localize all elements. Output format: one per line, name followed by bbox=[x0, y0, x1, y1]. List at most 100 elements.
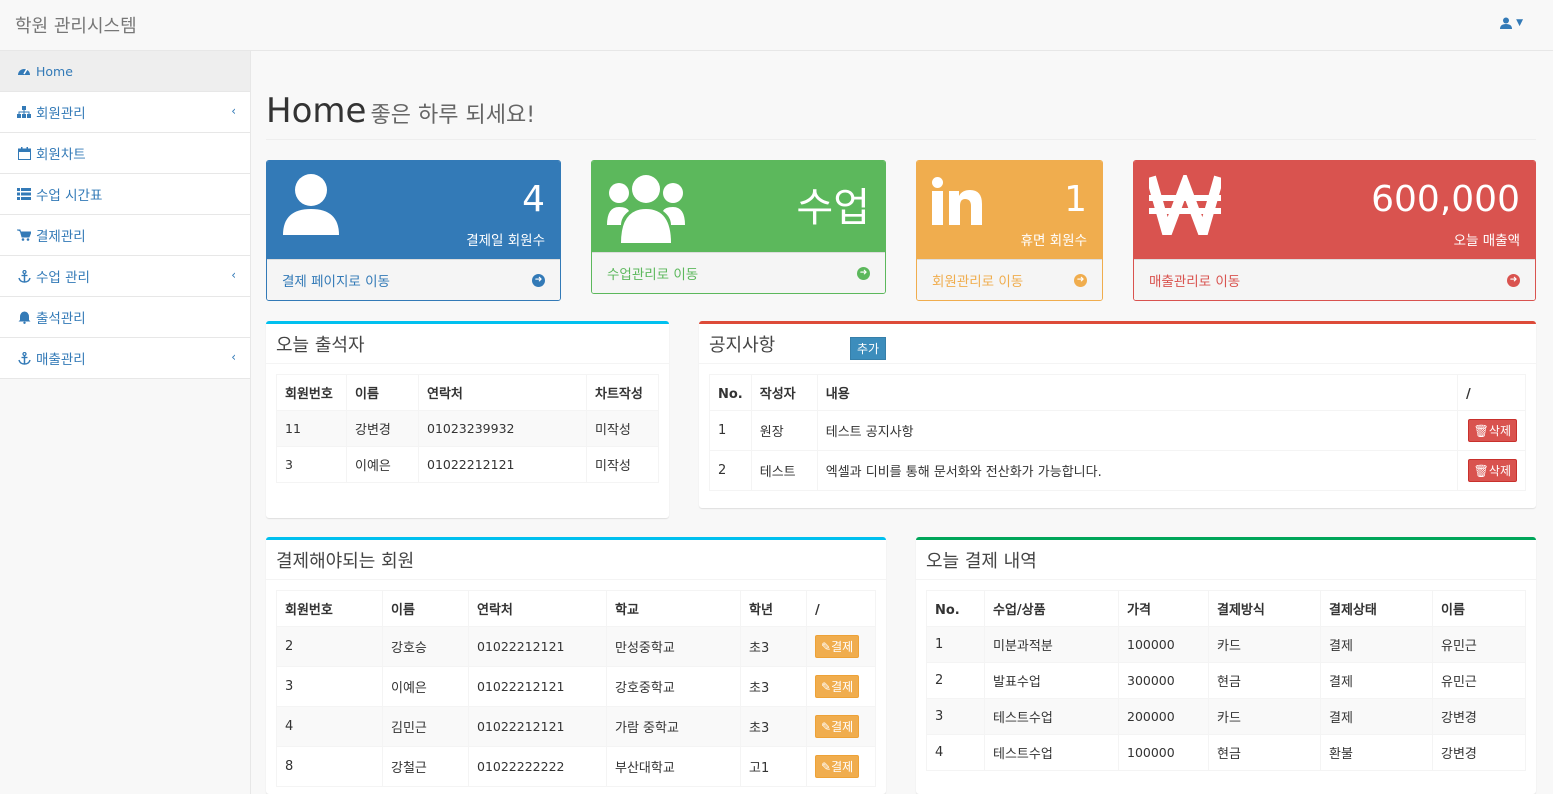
cell: 유민근 bbox=[1432, 626, 1526, 663]
cell: 100000 bbox=[1118, 626, 1209, 663]
sidebar: Home 회원관리 ‹ 회원차트 수업 시간표 결제관리 수업 관리 ‹ 출석관… bbox=[0, 51, 251, 794]
stat-value: 수업 bbox=[796, 185, 870, 231]
stat-link-payment[interactable]: 결제 페이지로 이동 ➜ bbox=[267, 259, 560, 300]
sidebar-item-payment[interactable]: 결제관리 bbox=[0, 215, 250, 256]
stat-value: 4 bbox=[522, 179, 545, 220]
cell: 01023239932 bbox=[418, 410, 587, 447]
attendance-box: 오늘 출석자 회원번호 이름 연락처 차트작성 11 강변경 010232399… bbox=[266, 321, 669, 518]
delete-button[interactable]: 🗑삭제 bbox=[1467, 419, 1517, 442]
table-row: 2 발표수업 300000 현금 결제 유민근 bbox=[926, 662, 1526, 699]
sidebar-item-member[interactable]: 회원관리 ‹ bbox=[0, 92, 250, 133]
page-header: Home 좋은 하루 되세요! bbox=[266, 91, 1536, 140]
column-header: / bbox=[1457, 374, 1526, 411]
cell: 현금 bbox=[1208, 734, 1321, 771]
sidebar-item-label: 회원차트 bbox=[36, 147, 86, 163]
sidebar-item-label: 수업 관리 bbox=[36, 270, 90, 286]
cell: 이예은 bbox=[382, 666, 469, 707]
pay-button[interactable]: ✎결제 bbox=[815, 635, 860, 658]
column-header: 연락처 bbox=[468, 590, 607, 627]
arrow-circle-right-icon: ➜ bbox=[532, 273, 545, 287]
cell: 현금 bbox=[1208, 662, 1321, 699]
pay-button[interactable]: ✎결제 bbox=[815, 715, 860, 738]
column-header: 학년 bbox=[740, 590, 807, 627]
table-row: 1 원장 테스트 공지사항 🗑삭제 bbox=[709, 410, 1526, 451]
user-icon bbox=[1500, 17, 1513, 29]
stat-label: 휴면 회원수 bbox=[1020, 233, 1087, 249]
column-header: 가격 bbox=[1118, 590, 1209, 627]
stat-panel-payment-members: 4 결제일 회원수 결제 페이지로 이동 ➜ bbox=[266, 160, 561, 301]
sidebar-item-sales[interactable]: 매출관리 ‹ bbox=[0, 338, 250, 379]
sidebar-item-attendance[interactable]: 출석관리 bbox=[0, 297, 250, 338]
pencil-icon: ✎ bbox=[821, 640, 832, 654]
box-title: 오늘 결제 내역 bbox=[916, 540, 1536, 580]
cell: 결제 bbox=[1320, 698, 1433, 735]
chevron-left-icon: ‹ bbox=[231, 268, 236, 282]
sidebar-item-label: 회원관리 bbox=[36, 106, 86, 122]
chevron-left-icon: ‹ bbox=[231, 350, 236, 364]
trash-icon: 🗑 bbox=[1473, 424, 1489, 438]
stat-value: 1 bbox=[1064, 179, 1087, 220]
caret-down-icon: ▼ bbox=[1516, 18, 1523, 28]
column-header: 작성자 bbox=[750, 374, 818, 411]
user-menu[interactable]: ▼ bbox=[1500, 17, 1523, 29]
sidebar-item-label: 수업 시간표 bbox=[36, 188, 103, 204]
cell: 만성중학교 bbox=[606, 626, 741, 667]
cell: 2 bbox=[926, 662, 985, 699]
column-header: 회원번호 bbox=[276, 590, 383, 627]
cell: 환불 bbox=[1320, 734, 1433, 771]
column-header: 이름 bbox=[346, 374, 419, 411]
stat-link-label: 결제 페이지로 이동 bbox=[282, 274, 390, 290]
sidebar-item-timetable[interactable]: 수업 시간표 bbox=[0, 174, 250, 215]
sidebar-item-label: 결제관리 bbox=[36, 229, 86, 245]
cell: 발표수업 bbox=[984, 662, 1119, 699]
pencil-icon: ✎ bbox=[821, 760, 832, 774]
sidebar-item-class[interactable]: 수업 관리 ‹ bbox=[0, 256, 250, 297]
cell: 01022212121 bbox=[418, 446, 587, 483]
stat-link-label: 수업관리로 이동 bbox=[607, 267, 699, 283]
won-icon bbox=[1146, 170, 1224, 249]
table-row: 8 강철근 01022222222 부산대학교 고1 ✎결제 bbox=[276, 746, 876, 787]
column-header: 연락처 bbox=[418, 374, 587, 411]
cell: 01022212121 bbox=[468, 706, 607, 747]
table-row[interactable]: 3 이예은 01022212121 미작성 bbox=[276, 446, 659, 483]
cell: 초3 bbox=[740, 626, 807, 667]
stat-link-sales[interactable]: 매출관리로 이동 ➜ bbox=[1134, 259, 1535, 300]
cell: 테스트 bbox=[750, 450, 818, 491]
pay-button[interactable]: ✎결제 bbox=[815, 755, 860, 778]
list-icon bbox=[16, 188, 32, 200]
stat-link-member[interactable]: 회원관리로 이동 ➜ bbox=[917, 259, 1102, 300]
cell: 4 bbox=[276, 706, 383, 747]
cell: 강호중학교 bbox=[606, 666, 741, 707]
cell: 강변경 bbox=[346, 410, 419, 447]
cell: 테스트수업 bbox=[984, 734, 1119, 771]
sidebar-item-member-chart[interactable]: 회원차트 bbox=[0, 133, 250, 174]
stat-panel-dormant-members: 1 휴면 회원수 회원관리로 이동 ➜ bbox=[916, 160, 1103, 301]
trash-icon: 🗑 bbox=[1473, 464, 1489, 478]
pay-button[interactable]: ✎결제 bbox=[815, 675, 860, 698]
sitemap-icon bbox=[16, 106, 32, 118]
table-row: 4 테스트수업 100000 현금 환불 강변경 bbox=[926, 734, 1526, 771]
stat-panel-class: 수업 수업관리로 이동 ➜ bbox=[591, 160, 886, 294]
cell: 카드 bbox=[1208, 626, 1321, 663]
table-row[interactable]: 11 강변경 01023239932 미작성 bbox=[276, 410, 659, 447]
users-icon bbox=[607, 173, 685, 247]
box-title: 결제해야되는 회원 bbox=[266, 540, 886, 580]
delete-button[interactable]: 🗑삭제 bbox=[1467, 459, 1517, 482]
brand-title[interactable]: 학원 관리시스템 bbox=[15, 12, 137, 38]
box-title: 오늘 출석자 bbox=[266, 324, 669, 364]
sidebar-item-home[interactable]: Home bbox=[0, 51, 250, 92]
linkedin-icon bbox=[932, 177, 982, 229]
pencil-icon: ✎ bbox=[821, 680, 832, 694]
column-header: No. bbox=[709, 374, 752, 411]
box-title: 공지사항 bbox=[709, 334, 776, 356]
page-title: Home bbox=[266, 91, 367, 131]
add-notice-button[interactable]: 추가 bbox=[850, 337, 887, 360]
pay-label: 결제 bbox=[831, 680, 854, 694]
stat-link-class[interactable]: 수업관리로 이동 ➜ bbox=[592, 252, 885, 293]
cell: 미분과적분 bbox=[984, 626, 1119, 663]
cell: 3 bbox=[276, 446, 347, 483]
main-content: Home 좋은 하루 되세요! 4 결제일 회원수 결제 페이지로 이동 ➜ 수… bbox=[251, 51, 1553, 794]
cell: 01022212121 bbox=[468, 666, 607, 707]
chevron-left-icon: ‹ bbox=[231, 104, 236, 118]
stat-value: 600,000 bbox=[1371, 179, 1520, 220]
